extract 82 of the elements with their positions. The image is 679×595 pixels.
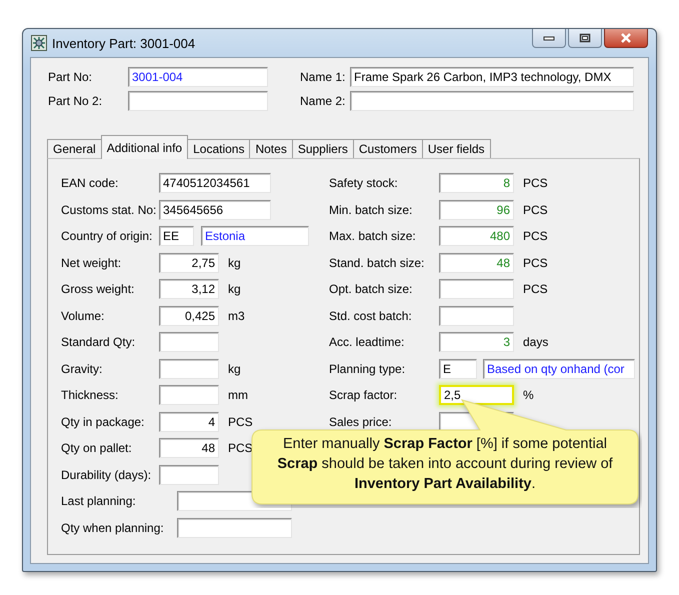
field-label: Min. batch size: — [329, 202, 414, 216]
minimize-button[interactable] — [532, 29, 566, 48]
input-field[interactable] — [159, 385, 219, 405]
input-field[interactable]: 3 — [439, 332, 514, 352]
maximize-button[interactable] — [568, 29, 602, 48]
tab[interactable]: Additional info — [100, 135, 188, 159]
input-field[interactable]: Frame Spark 26 Carbon, IMP3 technology, DMX — [350, 67, 634, 87]
input-field[interactable]: 4 — [159, 412, 219, 432]
unit-label: PCS — [228, 414, 253, 428]
input-field[interactable]: 0,425 — [159, 306, 219, 326]
input-field[interactable]: 96 — [439, 200, 514, 220]
unit-label: mm — [228, 388, 248, 402]
input-field[interactable]: 345645656 — [159, 200, 271, 220]
input-field[interactable] — [159, 332, 219, 352]
field-label: Max. batch size: — [329, 229, 417, 243]
minimize-icon — [543, 35, 555, 41]
field-label: Planning type: — [329, 362, 406, 376]
tab[interactable]: General — [47, 139, 102, 159]
input-field[interactable] — [350, 91, 634, 111]
unit-label: PCS — [523, 229, 548, 243]
field-label: Volume: — [61, 308, 106, 322]
field-label: Gravity: — [61, 362, 104, 376]
field-label: Gross weight: — [61, 282, 136, 296]
unit-label: kg — [228, 362, 241, 376]
input-field[interactable]: 4740512034561 — [159, 173, 271, 193]
unit-label: kg — [228, 282, 241, 296]
input-field[interactable]: 3,12 — [159, 279, 219, 299]
field-label: Net weight: — [61, 256, 122, 270]
input-field[interactable]: 2,5 — [439, 385, 514, 405]
unit-label: kg — [228, 256, 241, 270]
unit-label: PCS — [228, 441, 253, 455]
input-field[interactable] — [177, 518, 292, 538]
field-label: Thickness: — [61, 388, 120, 402]
input-field[interactable] — [159, 464, 219, 484]
unit-label: % — [523, 388, 534, 402]
unit-label: PCS — [523, 256, 548, 270]
input-field[interactable]: 3001-004 — [128, 67, 268, 87]
input-field[interactable]: 480 — [439, 226, 514, 246]
field-label: Safety stock: — [329, 176, 399, 190]
input-field[interactable]: 48 — [439, 252, 514, 272]
unit-label: m3 — [228, 308, 245, 322]
field-label: Part No: — [48, 70, 94, 84]
field-label: Name 2: — [300, 94, 346, 108]
input-field[interactable]: 2,75 — [159, 252, 219, 272]
unit-label: PCS — [523, 282, 548, 296]
input-field[interactable]: Based on qty onhand (cor — [483, 358, 635, 378]
input-field[interactable]: E — [439, 358, 477, 378]
field-label: Qty on pallet: — [61, 441, 133, 455]
input-field[interactable] — [439, 306, 514, 326]
tab[interactable]: User fields — [422, 139, 491, 159]
callout-text: Enter manually Scrap Factor [%] if some potential Scrap should be taken into account during review of Inventory Part Availability. — [276, 435, 614, 494]
input-field[interactable]: EE — [159, 226, 194, 246]
field-label: Std. cost batch: — [329, 308, 413, 322]
maximize-icon — [579, 33, 591, 43]
field-label: EAN code: — [61, 176, 120, 190]
field-label: Last planning: — [61, 494, 137, 508]
input-field[interactable] — [128, 91, 268, 111]
unit-label: PCS — [523, 176, 548, 190]
field-label: Qty when planning: — [61, 520, 165, 534]
field-label: Standard Qty: — [61, 335, 136, 349]
field-label: Part No 2: — [48, 94, 104, 108]
input-field[interactable] — [439, 279, 514, 299]
field-label: Scrap factor: — [329, 388, 398, 402]
app-icon — [31, 35, 47, 51]
close-icon — [620, 33, 632, 43]
field-label: Country of origin: — [61, 229, 154, 243]
input-field[interactable]: 48 — [159, 438, 219, 458]
unit-label: days — [523, 335, 548, 349]
input-field[interactable]: 8 — [439, 173, 514, 193]
field-label: Stand. batch size: — [329, 256, 426, 270]
close-button[interactable] — [604, 29, 648, 48]
field-label: Qty in package: — [61, 414, 146, 428]
field-label: Name 1: — [300, 70, 346, 84]
field-label: Customs stat. No: — [61, 202, 158, 216]
unit-label: PCS — [523, 202, 548, 216]
input-field[interactable] — [159, 358, 219, 378]
field-label: Sales price: — [329, 414, 393, 428]
field-label: Opt. batch size: — [329, 282, 414, 296]
field-label: Durability (days): — [61, 468, 152, 482]
input-field[interactable]: Estonia — [201, 226, 309, 246]
window-title: Inventory Part: 3001-004 — [52, 36, 196, 50]
field-label: Acc. leadtime: — [329, 335, 406, 349]
